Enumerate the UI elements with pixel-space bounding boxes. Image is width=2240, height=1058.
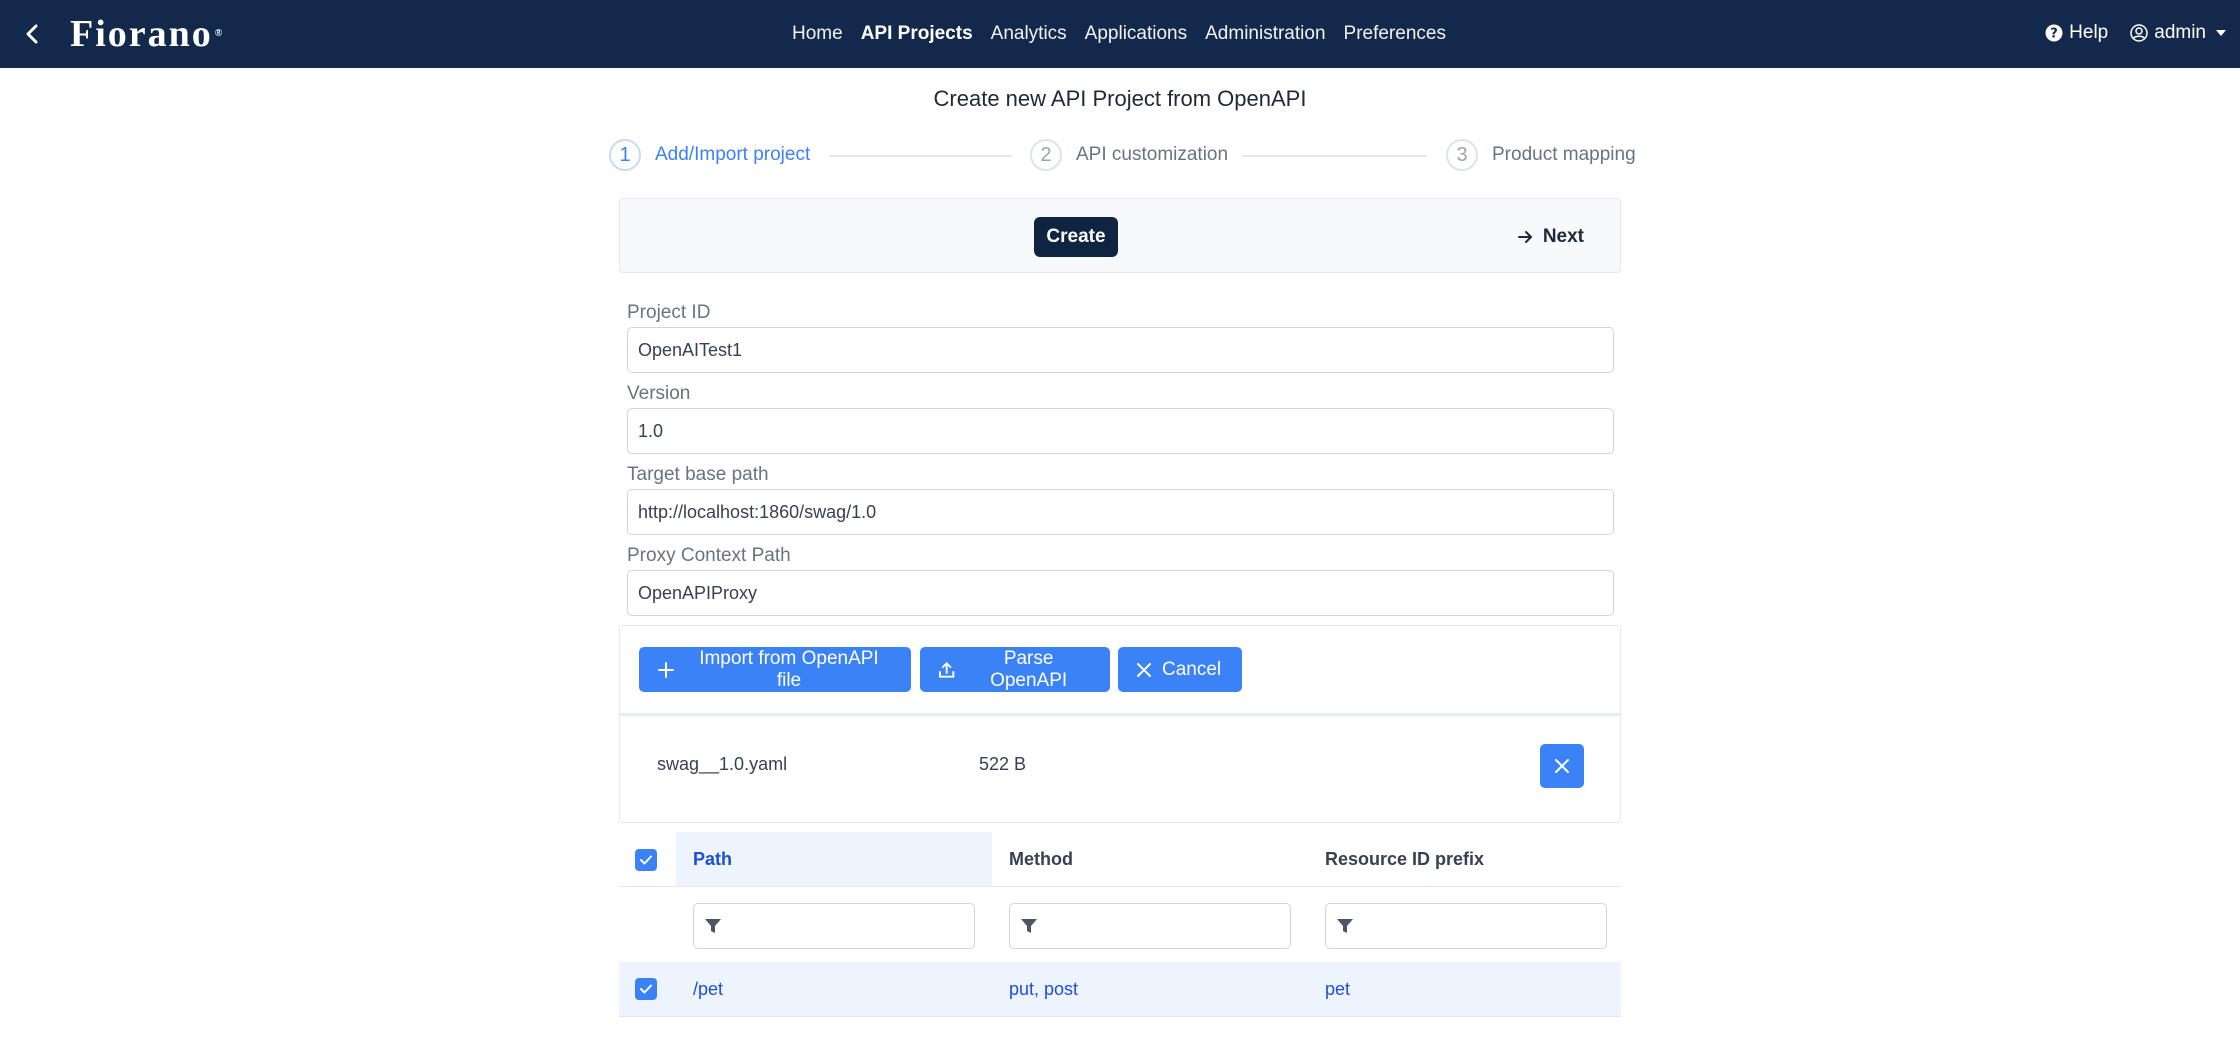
wizard-toolbar: Create Next [619, 198, 1621, 273]
main-menu: Home API Projects Analytics Applications… [0, 0, 2240, 68]
svg-text:?: ? [2050, 27, 2058, 42]
help-link[interactable]: ? Help [2045, 22, 2108, 44]
cell-method: put, post [1009, 978, 1079, 999]
nav-item-home[interactable]: Home [792, 19, 843, 49]
step-add-import[interactable]: 1 Add/Import project [609, 139, 810, 171]
filter-icon [1337, 919, 1353, 933]
cell-resource-prefix: pet [1325, 978, 1351, 999]
close-icon [1555, 759, 1569, 773]
caret-down-icon [2216, 30, 2226, 36]
plus-icon [657, 661, 674, 678]
step-connector [1242, 155, 1427, 157]
proxy-context-path-field[interactable] [627, 570, 1614, 616]
user-menu[interactable]: admin [2130, 22, 2226, 44]
brand-logo[interactable]: Fiorano ® [70, 13, 224, 55]
table-row[interactable]: /pet put, post pet [619, 962, 1621, 1017]
select-all-checkbox[interactable] [635, 849, 657, 871]
column-header-method[interactable]: Method [992, 832, 1308, 886]
nav-item-preferences[interactable]: Preferences [1344, 19, 1446, 49]
filter-icon [1021, 919, 1037, 933]
uploaded-file-size: 522 B [979, 754, 1027, 774]
page-title: Create new API Project from OpenAPI [933, 86, 1307, 111]
step-connector [829, 155, 1012, 157]
chevron-left-icon [26, 24, 38, 44]
parse-openapi-button[interactable]: Parse OpenAPI [920, 647, 1110, 692]
import-label: Import from OpenAPI file [699, 647, 879, 691]
close-icon [1137, 662, 1151, 677]
project-id-field[interactable] [627, 327, 1614, 373]
step-number: 1 [609, 139, 641, 171]
next-button[interactable]: Next [1511, 217, 1590, 257]
project-id-label: Project ID [627, 302, 711, 323]
user-name: admin [2154, 22, 2206, 43]
user-circle-icon [2130, 24, 2148, 42]
brand-name: Fiorano [70, 13, 213, 55]
nav-item-applications[interactable]: Applications [1085, 19, 1187, 49]
cell-path: /pet [693, 978, 724, 999]
column-header-path[interactable]: Path [676, 832, 992, 886]
column-header-resource-id-prefix[interactable]: Resource ID prefix [1308, 832, 1621, 886]
check-icon [640, 984, 652, 994]
resource-prefix-filter-input[interactable] [1325, 903, 1607, 949]
path-filter-input[interactable] [693, 903, 975, 949]
file-upload-panel: Import from OpenAPI file Parse OpenAPI C… [619, 625, 1621, 823]
next-label: Next [1542, 226, 1584, 247]
step-api-customization[interactable]: 2 API customization [1030, 139, 1228, 171]
filter-row [619, 887, 1621, 967]
parse-label: Parse OpenAPI [990, 647, 1068, 691]
help-label: Help [2069, 22, 2109, 43]
top-navbar: Fiorano ® Home API Projects Analytics App… [0, 0, 2240, 68]
brand-registered-mark: ® [214, 28, 225, 39]
version-label: Version [627, 383, 691, 404]
check-icon [640, 855, 652, 865]
question-circle-icon: ? [2045, 24, 2063, 42]
nav-item-analytics[interactable]: Analytics [991, 19, 1067, 49]
proxy-context-path-label: Proxy Context Path [627, 545, 791, 566]
cancel-label: Cancel [1162, 658, 1222, 680]
table-header: Path Method Resource ID prefix [619, 832, 1621, 887]
import-openapi-file-button[interactable]: Import from OpenAPI file [639, 647, 911, 692]
back-button[interactable] [16, 18, 48, 50]
target-base-path-label: Target base path [627, 464, 769, 485]
step-label: API customization [1076, 144, 1229, 165]
remove-file-button[interactable] [1540, 744, 1584, 788]
step-product-mapping[interactable]: 3 Product mapping [1446, 139, 1636, 171]
upload-icon [938, 661, 955, 678]
step-label: Product mapping [1492, 144, 1636, 165]
create-button[interactable]: Create [1034, 217, 1118, 257]
row-checkbox[interactable] [635, 978, 657, 1000]
uploaded-file-name: swag__1.0.yaml [657, 754, 788, 774]
arrow-right-icon [1517, 231, 1532, 243]
upload-toolbar: Import from OpenAPI file Parse OpenAPI C… [620, 626, 1620, 716]
step-number: 2 [1030, 139, 1062, 171]
filter-icon [705, 919, 721, 933]
method-filter-input[interactable] [1009, 903, 1291, 949]
version-field[interactable] [627, 408, 1614, 454]
nav-item-administration[interactable]: Administration [1205, 19, 1325, 49]
cancel-upload-button[interactable]: Cancel [1118, 647, 1242, 692]
nav-item-api-projects[interactable]: API Projects [861, 19, 973, 49]
target-base-path-field[interactable] [627, 489, 1614, 535]
step-label: Add/Import project [655, 144, 811, 165]
step-number: 3 [1446, 139, 1478, 171]
